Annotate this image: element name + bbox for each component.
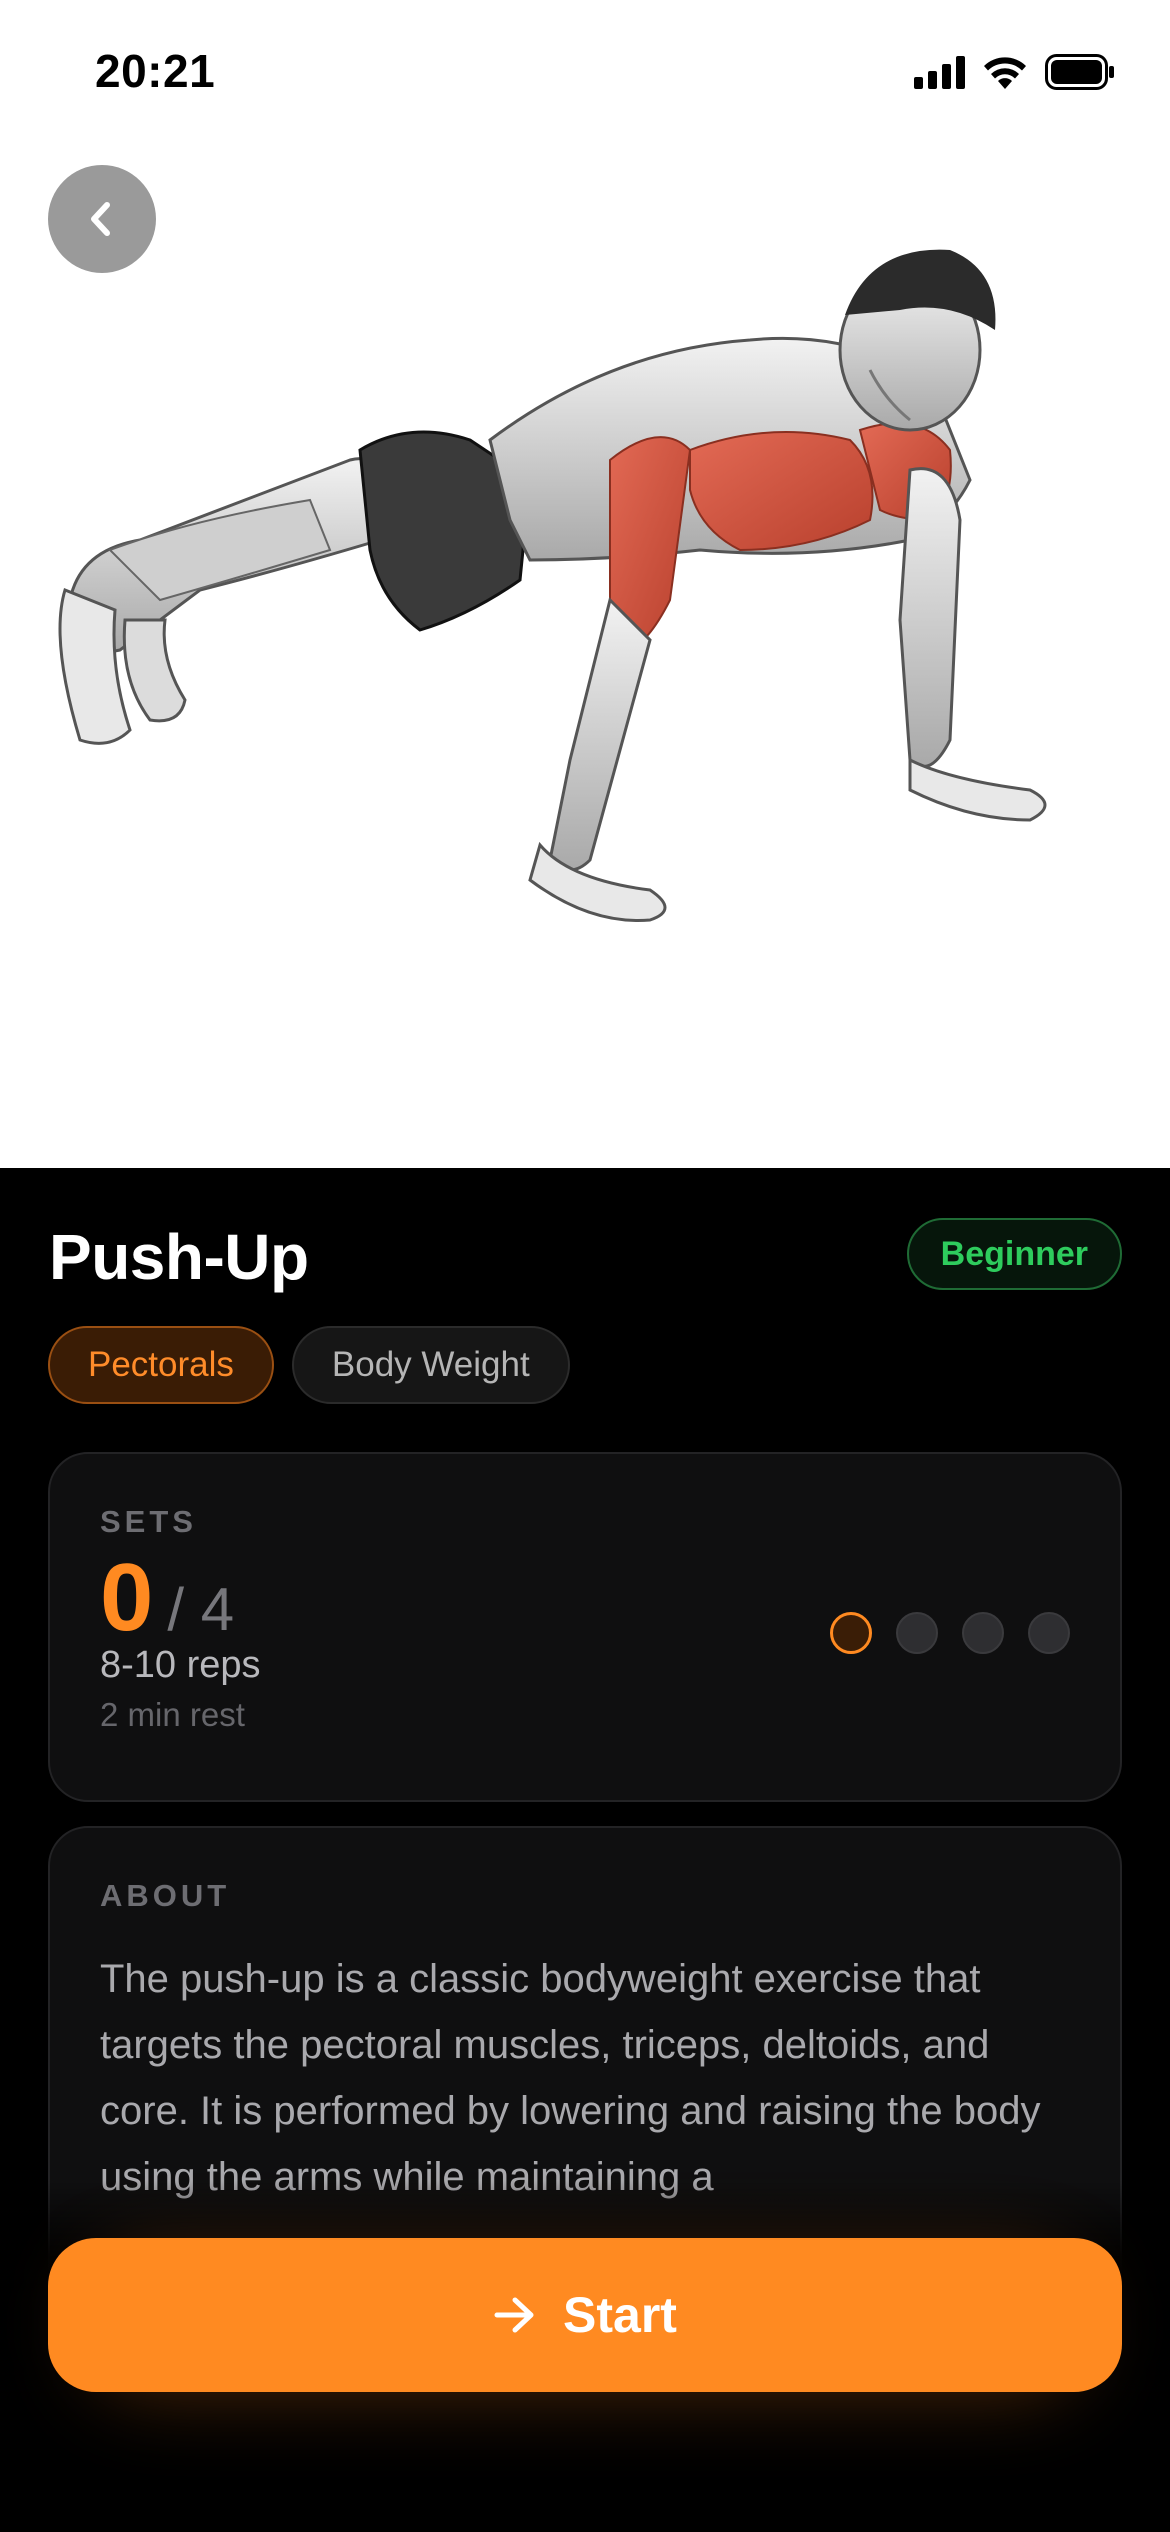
sets-count: 0 / 4	[100, 1550, 234, 1646]
reps-text: 8-10 reps	[100, 1644, 261, 1686]
rest-text: 2 min rest	[100, 1696, 245, 1733]
exercise-title: Push-Up	[49, 1221, 309, 1293]
hero-area: 20:21	[0, 0, 1170, 1168]
tag-body-weight[interactable]: Body Weight	[291, 1326, 570, 1404]
sets-completed: 0	[100, 1544, 154, 1651]
start-label: Start	[563, 2287, 677, 2343]
status-icons	[914, 54, 1115, 90]
muscle-tags: Pectorals Body Weight	[48, 1326, 570, 1404]
exercise-detail-screen: 20:21 Push-Up Beginner Pectorals Body We…	[0, 0, 1170, 2532]
tag-pectorals[interactable]: Pectorals	[48, 1326, 274, 1404]
push-up-illustration	[58, 249, 1047, 922]
sets-card: SETS 0 / 4 8-10 reps 2 min rest	[48, 1452, 1122, 1802]
wifi-icon	[983, 55, 1027, 89]
status-bar: 20:21	[0, 0, 1170, 140]
signal-icon	[914, 55, 965, 89]
set-progress-dots	[830, 1612, 1070, 1654]
set-dot	[962, 1612, 1004, 1654]
sets-label: SETS	[100, 1504, 197, 1539]
battery-icon	[1045, 54, 1115, 90]
status-time: 20:21	[95, 45, 216, 97]
sets-total: / 4	[167, 1576, 235, 1643]
set-dot	[896, 1612, 938, 1654]
about-label: ABOUT	[100, 1878, 231, 1913]
set-dot	[1028, 1612, 1070, 1654]
arrow-right-icon	[494, 2297, 534, 2333]
level-badge: Beginner	[906, 1218, 1122, 1290]
about-text: The push-up is a classic bodyweight exer…	[100, 1957, 1041, 2199]
set-dot-current	[830, 1612, 872, 1654]
start-button[interactable]: Start	[48, 2238, 1122, 2392]
